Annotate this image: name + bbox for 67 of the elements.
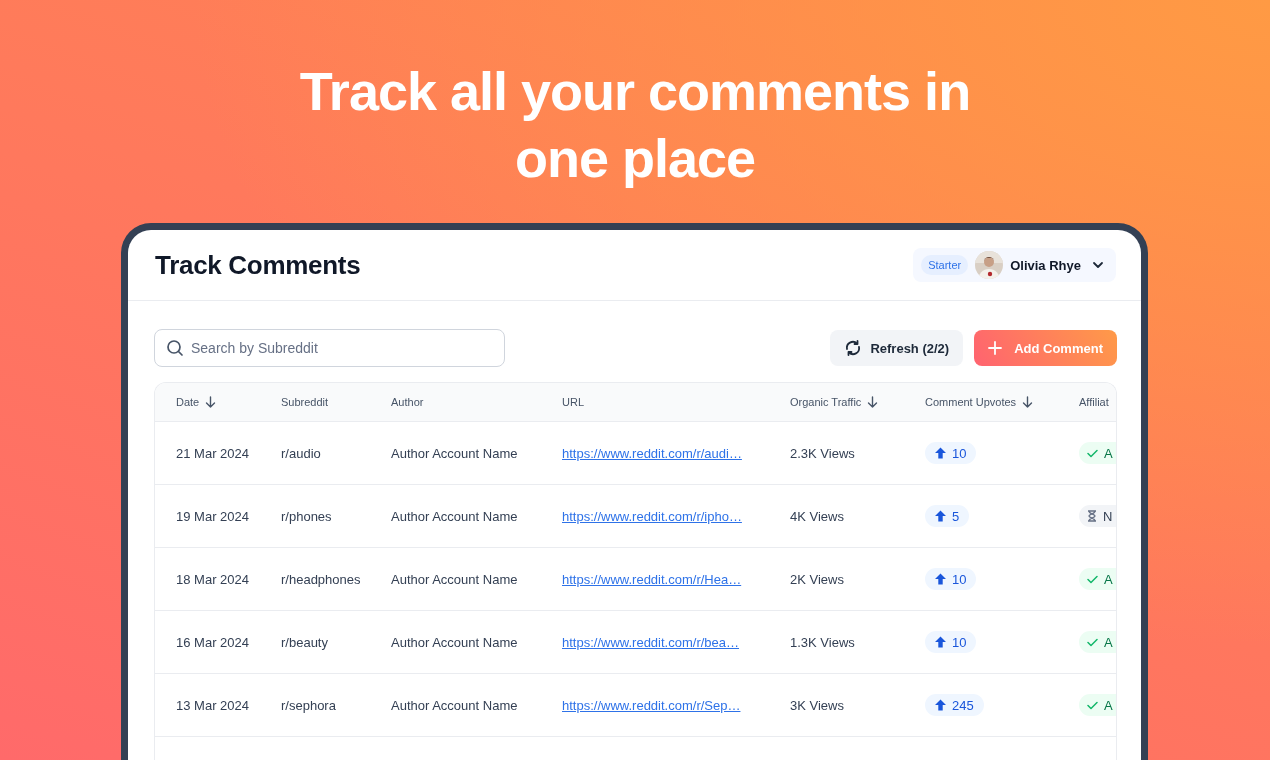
traffic-cell-text: 4K Views [790, 508, 845, 524]
search-icon [166, 339, 184, 357]
check-icon [1087, 448, 1098, 458]
refresh-button[interactable]: Refresh (2/2) [830, 330, 964, 366]
url-link[interactable]: https://www.reddit.com/r/bea… [562, 634, 739, 650]
author-cell-text: Author Account Name [391, 571, 519, 587]
author-cell-text: Author Account Name [391, 634, 519, 650]
column-header[interactable]: Organic Traffic [790, 396, 879, 408]
status-badge: A [1079, 568, 1116, 590]
subreddit-cell-text: r/phones [281, 508, 333, 524]
user-menu-button[interactable]: Olivia Rhye [1010, 257, 1104, 273]
status-badge: A [1079, 442, 1116, 464]
check-icon [1087, 637, 1098, 647]
subreddit-cell-text: r/sephora [281, 697, 337, 713]
traffic-cell-text: 2.3K Views [790, 445, 856, 461]
status-badge: N [1079, 505, 1116, 527]
refresh-icon [844, 339, 863, 357]
url-link[interactable]: https://www.reddit.com/r/Sep… [562, 697, 741, 713]
column-header[interactable]: Date [176, 396, 217, 408]
subreddit-cell-text: r/beauty [281, 634, 329, 650]
column-header: URL [562, 396, 584, 408]
plan-badge: Starter [921, 255, 969, 275]
column-header: Author [391, 396, 424, 408]
traffic-cell-text: 3K Views [790, 697, 845, 713]
headline: Track all your comments in [299, 60, 971, 123]
arrow-up-icon [935, 636, 946, 648]
add-comment-button[interactable]: Add Comment [974, 330, 1117, 366]
subreddit-cell-text: r/headphones [281, 571, 362, 587]
column-header[interactable]: Comment Upvotes [925, 396, 1034, 408]
sort-arrow-icon [205, 396, 217, 408]
check-icon [1087, 574, 1098, 584]
hourglass-icon [1087, 510, 1097, 522]
author-cell-text: Author Account Name [391, 508, 519, 524]
date-cell-text: 13 Mar 2024 [176, 697, 250, 713]
author-cell-text: Author Account Name [391, 445, 519, 461]
upvotes-badge: 5 [925, 505, 970, 527]
upvotes-badge: 10 [925, 442, 977, 464]
date-cell-text: 19 Mar 2024 [176, 508, 250, 524]
subreddit-cell-text: r/audio [281, 445, 322, 461]
arrow-up-icon [935, 447, 946, 459]
status-badge: A [1079, 631, 1116, 653]
plus-icon [988, 341, 1003, 355]
date-cell-text: 21 Mar 2024 [176, 445, 250, 461]
sort-arrow-icon [867, 396, 879, 408]
column-header: Affiliat [1079, 396, 1109, 408]
sort-arrow-icon [1022, 396, 1034, 408]
traffic-cell-text: 2K Views [790, 571, 845, 587]
status-badge: A [1079, 694, 1116, 716]
column-header: Subreddit [281, 396, 329, 408]
arrow-up-icon [935, 699, 946, 711]
headline: one place [514, 127, 756, 190]
upvotes-badge: 245 [925, 694, 984, 716]
upvotes-badge: 10 [925, 568, 977, 590]
chevron-down-icon [1092, 261, 1104, 269]
check-icon [1087, 700, 1098, 710]
date-cell-text: 16 Mar 2024 [176, 634, 250, 650]
upvotes-badge: 10 [925, 631, 977, 653]
arrow-up-icon [935, 510, 946, 522]
arrow-up-icon [935, 573, 946, 585]
url-link[interactable]: https://www.reddit.com/r/audi… [562, 445, 742, 461]
page-title: Track Comments [155, 249, 361, 281]
traffic-cell-text: 1.3K Views [790, 634, 856, 650]
url-link[interactable]: https://www.reddit.com/r/ipho… [562, 508, 742, 524]
search-field[interactable]: Search by Subreddit [154, 329, 505, 367]
author-cell-text: Author Account Name [391, 697, 519, 713]
url-link[interactable]: https://www.reddit.com/r/Hea… [562, 571, 742, 587]
date-cell-text: 18 Mar 2024 [176, 571, 250, 587]
